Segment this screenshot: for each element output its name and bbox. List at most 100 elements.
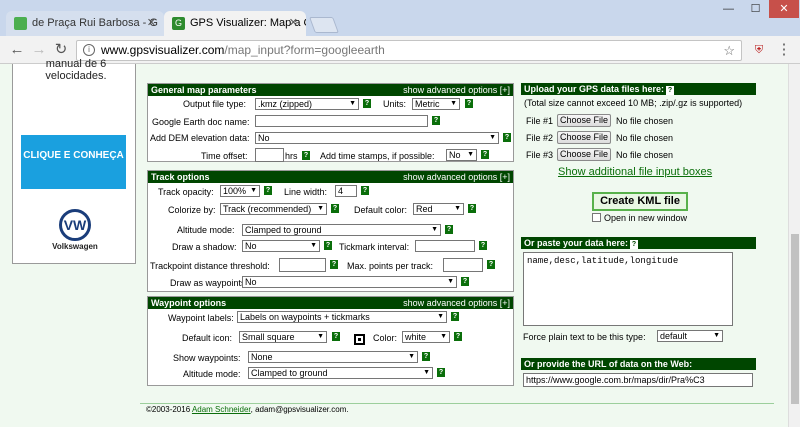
help-icon[interactable]: ? [666,86,675,95]
help-icon[interactable]: ? [302,151,310,160]
distance-threshold-input[interactable] [279,258,326,272]
track-altitude-label: Altitude mode: [177,225,235,235]
help-icon[interactable]: ? [468,204,476,213]
file2-label: File #2 [526,133,554,143]
section-header: Waypoint options show advanced options [… [148,297,513,309]
author-email: , adam@gpsvisualizer.com. [250,405,349,414]
maximize-button[interactable]: ☐ [742,0,769,18]
tab-google-maps[interactable]: de Praça Rui Barbosa - G ✕ [6,11,164,36]
draw-waypoints-select[interactable]: No ▼ [242,276,457,288]
tickmark-input[interactable] [415,240,475,252]
additional-files-link[interactable]: Show additional file input boxes [558,166,712,178]
units-select[interactable]: Metric ▼ [412,98,460,110]
dem-label: Add DEM elevation data: [150,133,250,143]
url-header-box: Or provide the URL of data on the Web: [521,358,756,370]
force-type-label: Force plain text to be this type: [523,332,646,342]
data-url-input[interactable]: https://www.google.com.br/maps/dir/Pra%C… [523,373,753,387]
footer: ©2003-2016 Adam Schneider, adam@gpsvisua… [146,405,349,414]
page-scrollbar[interactable] [788,64,800,427]
help-icon[interactable]: ? [465,99,473,108]
choose-file-button-1[interactable]: Choose File [557,114,611,127]
help-icon[interactable]: ? [630,240,639,249]
section-header: Or paste your data here:? [521,237,756,249]
icon-color-select[interactable]: white ▼ [402,331,450,343]
doc-name-input[interactable] [255,115,428,127]
author-link[interactable]: Adam Schneider [192,405,251,414]
help-icon[interactable]: ? [481,150,489,159]
extension-icon[interactable]: ⛨ [750,41,768,59]
help-icon[interactable]: ? [451,312,459,321]
minimize-button[interactable]: — [715,0,742,18]
new-tab-button[interactable] [309,17,339,33]
new-window-checkbox[interactable] [592,213,601,222]
max-points-input[interactable] [443,258,483,272]
help-icon[interactable]: ? [324,241,332,250]
help-icon[interactable]: ? [445,225,453,234]
toolbar: ← → ↻ i www.gpsvisualizer.com/map_input?… [0,36,800,64]
help-icon[interactable]: ? [454,332,462,341]
icon-color-label: Color: [373,333,398,343]
help-icon[interactable]: ? [332,332,340,341]
help-icon[interactable]: ? [264,186,272,195]
address-bar[interactable]: i www.gpsvisualizer.com/map_input?form=g… [76,40,742,61]
track-opacity-select[interactable]: 100% ▼ [220,185,260,197]
waypoint-labels-select[interactable]: Labels on waypoints + tickmarks ▼ [237,311,447,323]
create-kml-button[interactable]: Create KML file [592,192,688,211]
colorize-select[interactable]: Track (recommended) ▼ [220,203,327,215]
paste-data-textarea[interactable]: name,desc,latitude,longitude [523,252,733,326]
line-width-input[interactable]: 4 [335,185,357,197]
help-icon[interactable]: ? [361,186,369,195]
small-square-preview-icon [354,334,365,345]
help-icon[interactable]: ? [461,277,469,286]
help-icon[interactable]: ? [437,368,445,377]
default-color-select[interactable]: Red ▼ [413,203,464,215]
show-advanced-link[interactable]: show advanced options [+] [403,171,510,183]
close-tab-icon[interactable]: ✕ [147,11,156,36]
help-icon[interactable]: ? [330,260,338,269]
ad-cta-button[interactable]: CLIQUE E CONHEÇA [21,135,126,189]
section-header: Upload your GPS data files here:? [521,83,756,95]
volkswagen-logo-icon: VW [59,209,91,241]
choose-file-button-3[interactable]: Choose File [557,148,611,161]
show-advanced-link[interactable]: show advanced options [+] [403,297,510,309]
close-tab-icon[interactable]: ✕ [289,11,298,36]
help-icon[interactable]: ? [363,99,371,108]
dem-select[interactable]: No ▼ [255,132,499,144]
waypoint-labels-label: Waypoint labels: [168,313,234,323]
show-waypoints-select[interactable]: None ▼ [248,351,418,363]
google-maps-icon [14,17,27,30]
back-arrow-icon[interactable]: ← [8,41,26,59]
new-window-label: Open in new window [604,213,688,223]
bookmark-star-icon[interactable]: ☆ [723,41,735,60]
show-advanced-link[interactable]: show advanced options [+] [403,84,510,96]
track-altitude-select[interactable]: Clamped to ground ▼ [242,224,441,236]
time-offset-input[interactable] [255,148,284,162]
reload-icon[interactable]: ↻ [52,41,70,59]
time-stamps-select[interactable]: No ▼ [446,149,477,161]
upload-header-box: Upload your GPS data files here:? [521,83,756,95]
waypoint-altitude-label: Altitude mode: [183,369,241,379]
shadow-select[interactable]: No ▼ [242,240,320,252]
info-icon[interactable]: i [83,44,95,56]
ad-panel[interactable]: manual de 6 velocidades. CLIQUE E CONHEÇ… [12,58,136,264]
draw-waypoints-label: Draw as waypoints: [170,278,249,288]
menu-icon[interactable]: ⋮ [775,41,793,59]
output-type-select[interactable]: .kmz (zipped) ▼ [255,98,359,110]
help-icon[interactable]: ? [422,352,430,361]
help-icon[interactable]: ? [479,241,487,250]
default-icon-select[interactable]: Small square ▼ [239,331,327,343]
help-icon[interactable]: ? [432,116,440,125]
tab-gps-visualizer[interactable]: G GPS Visualizer: Map a GP ✕ [164,11,306,36]
help-icon[interactable]: ? [503,133,511,142]
scrollbar-thumb[interactable] [791,234,799,404]
max-points-label: Max. points per track: [347,261,434,271]
force-type-select[interactable]: default ▼ [657,330,723,342]
forward-arrow-icon[interactable]: → [30,41,48,59]
choose-file-button-2[interactable]: Choose File [557,131,611,144]
help-icon[interactable]: ? [331,204,339,213]
close-window-button[interactable]: ✕ [769,0,799,18]
help-icon[interactable]: ? [487,260,495,269]
waypoint-altitude-select[interactable]: Clamped to ground ▼ [248,367,433,379]
paste-header-box: Or paste your data here:? [521,237,756,249]
file2-status: No file chosen [616,133,674,143]
